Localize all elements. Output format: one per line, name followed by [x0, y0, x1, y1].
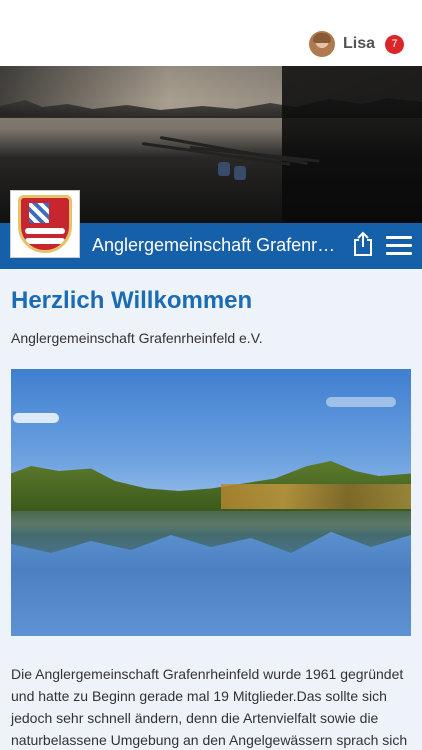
- lake-photo: [11, 369, 411, 636]
- username[interactable]: Lisa: [343, 35, 375, 53]
- welcome-heading: Herzlich Willkommen: [11, 287, 253, 314]
- banner-trees: [282, 66, 422, 223]
- menu-button[interactable]: [386, 236, 412, 256]
- top-bar: Lisa 7: [0, 0, 422, 66]
- fishing-reel: [218, 162, 230, 176]
- user-profile[interactable]: Lisa 7: [308, 30, 404, 58]
- club-crest-icon: [18, 195, 72, 253]
- share-button[interactable]: [352, 231, 374, 257]
- notification-badge[interactable]: 7: [385, 34, 404, 54]
- fishing-reel: [234, 166, 246, 180]
- site-title[interactable]: Anglergemeinschaft Grafenrheinfeld e.V.: [92, 235, 340, 256]
- club-logo[interactable]: [10, 190, 80, 258]
- main-content: Herzlich Willkommen Anglergemeinschaft G…: [0, 269, 422, 750]
- share-icon: [354, 231, 372, 256]
- avatar[interactable]: [308, 31, 335, 57]
- hamburger-menu-icon: [386, 236, 412, 239]
- intro-paragraph: Die Anglergemeinschaft Grafenrheinfeld w…: [11, 666, 408, 748]
- page-subtitle: Anglergemeinschaft Grafenrheinfeld e.V.: [11, 330, 263, 346]
